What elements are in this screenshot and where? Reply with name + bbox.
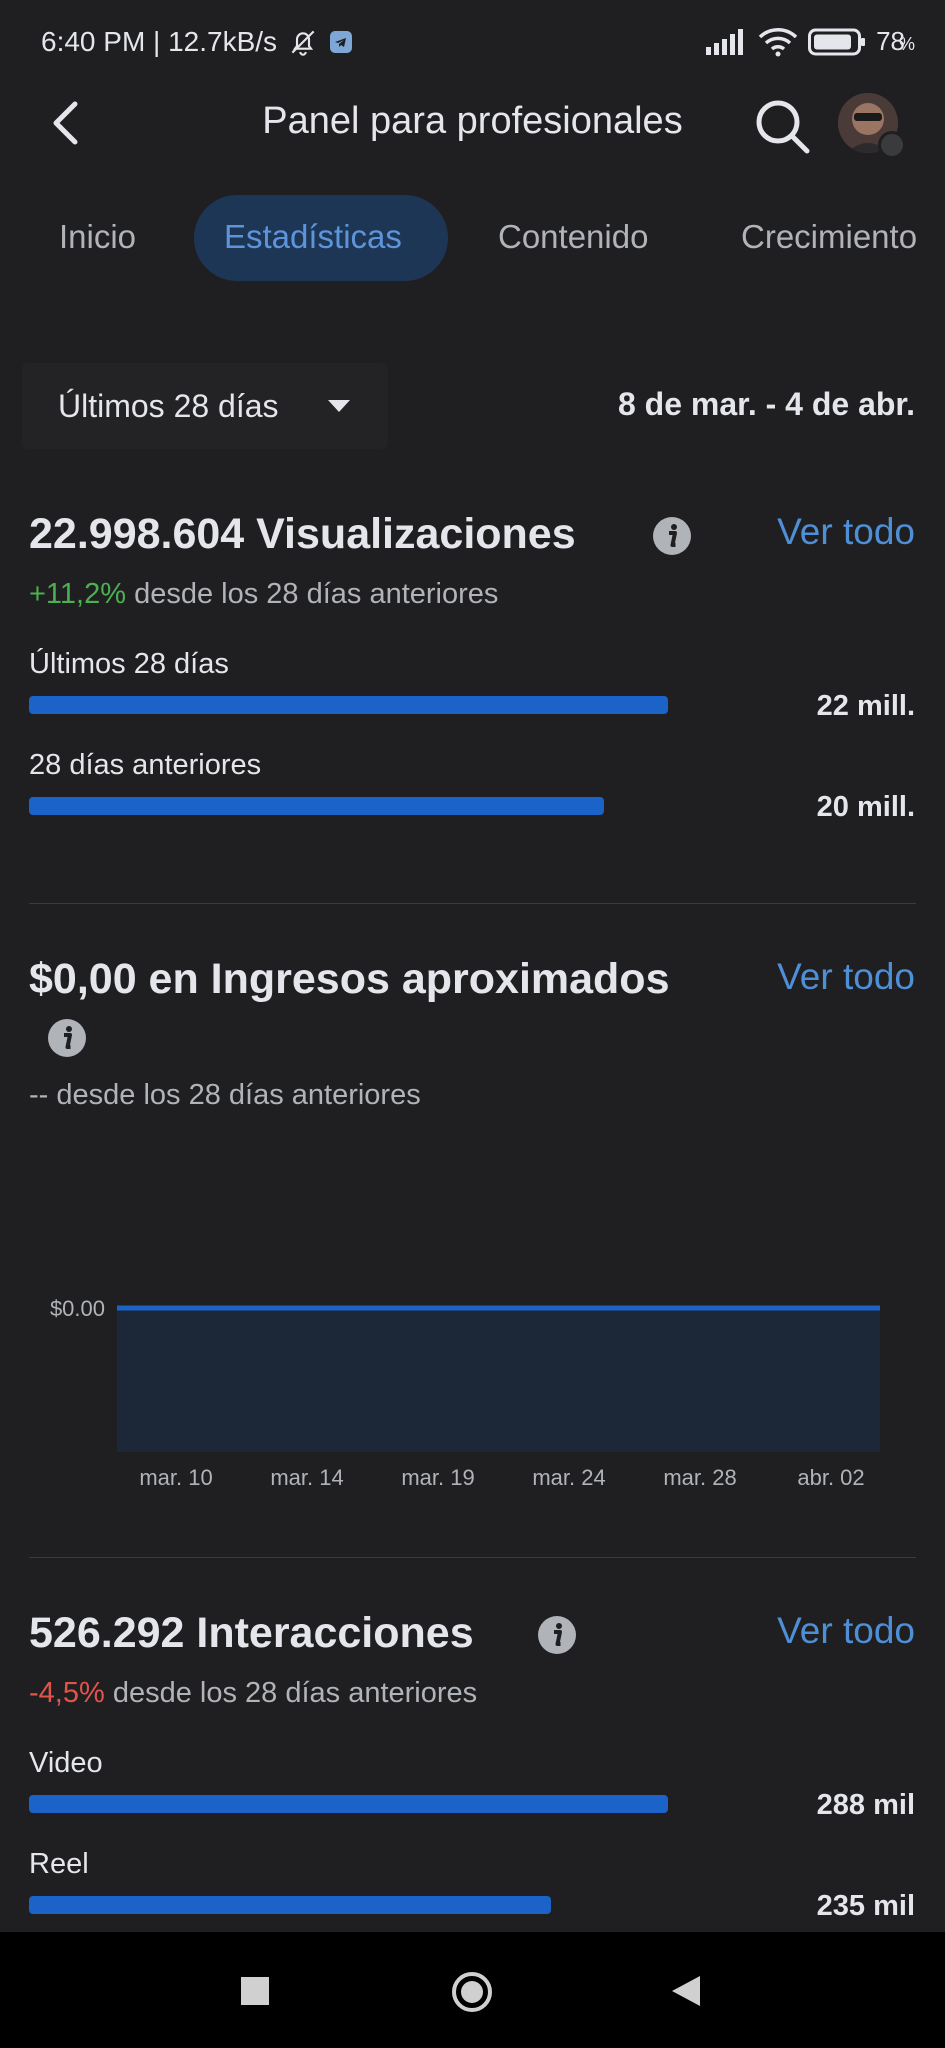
tab-crecimiento[interactable]: Crecimiento xyxy=(741,218,917,256)
chart-x-tick-label: abr. 02 xyxy=(797,1465,864,1490)
views-see-all-link[interactable]: Ver todo xyxy=(777,511,915,553)
earnings-see-all-link[interactable]: Ver todo xyxy=(777,956,915,998)
chart-y-tick-label: $0.00 xyxy=(50,1296,105,1321)
tab-estadisticas[interactable]: Estadísticas xyxy=(224,218,402,256)
triangle-back-nav-icon[interactable] xyxy=(670,1975,702,2007)
views-bar-previous xyxy=(29,797,604,815)
views-row-value: 22 mill. xyxy=(816,690,915,722)
earnings-chart: $0.00 mar. 10 mar. 14 mar. 19 mar. 24 mar. 28… xyxy=(50,1296,880,1490)
interactions-change-text: desde los 28 días anteriores xyxy=(104,1677,478,1709)
search-icon[interactable] xyxy=(752,96,812,156)
interactions-bar-video xyxy=(29,1795,668,1813)
info-icon[interactable] xyxy=(653,517,691,555)
status-bar-right: 78% xyxy=(706,26,915,57)
views-change-text: desde los 28 días anteriores xyxy=(126,578,499,610)
chart-x-tick-label: mar. 19 xyxy=(401,1465,474,1490)
avatar-menu-badge[interactable] xyxy=(878,131,906,159)
views-row-value: 20 mill. xyxy=(816,791,915,823)
signal-icon xyxy=(706,28,744,55)
tab-contenido[interactable]: Contenido xyxy=(498,218,648,256)
wifi-icon xyxy=(758,27,798,56)
chart-x-tick-label: mar. 28 xyxy=(663,1465,736,1490)
period-dropdown-label[interactable]: Últimos 28 días xyxy=(58,388,279,425)
chart-area-fill xyxy=(117,1308,880,1452)
interactions-bar-reel xyxy=(29,1896,551,1914)
section-divider xyxy=(29,903,916,904)
interactions-row-value: 288 mil xyxy=(816,1789,915,1821)
interactions-title: 526.292 Interacciones xyxy=(29,1609,474,1657)
battery-icon xyxy=(808,28,866,55)
chart-x-tick-label: mar. 24 xyxy=(532,1465,605,1490)
views-bar-current xyxy=(29,696,668,714)
info-icon[interactable] xyxy=(538,1616,576,1654)
chart-x-tick-label: mar. 14 xyxy=(270,1465,343,1490)
square-nav-icon[interactable] xyxy=(240,1976,270,2006)
tab-inicio[interactable]: Inicio xyxy=(59,218,136,256)
battery-percent-unit: % xyxy=(898,34,915,54)
interactions-change-line: -4,5% desde los 28 días anteriores xyxy=(29,1677,477,1710)
earnings-change-line: -- desde los 28 días anteriores xyxy=(29,1079,421,1111)
status-bar-left: 6:40 PM | 12.7kB/s xyxy=(41,26,353,58)
interactions-row-value: 235 mil xyxy=(816,1890,915,1922)
section-divider xyxy=(29,1557,916,1558)
info-icon[interactable] xyxy=(48,1019,86,1057)
circle-nav-icon[interactable] xyxy=(450,1970,494,2014)
notifications-off-icon xyxy=(291,30,315,56)
system-navigation-bar xyxy=(0,1932,945,2048)
views-row-label: Últimos 28 días xyxy=(29,648,229,680)
status-time-speed: 6:40 PM | 12.7kB/s xyxy=(41,26,278,57)
interactions-row-label: Reel xyxy=(29,1848,89,1880)
earnings-title: $0,00 en Ingresos aproximados xyxy=(29,955,670,1003)
telegram-icon xyxy=(330,31,353,53)
views-title: 22.998.604 Visualizaciones xyxy=(29,510,576,558)
views-row-label: 28 días anteriores xyxy=(29,749,262,781)
interactions-change-percent: -4,5% xyxy=(29,1677,105,1709)
views-change-line: +11,2% desde los 28 días anteriores xyxy=(29,578,498,611)
interactions-row-label: Video xyxy=(29,1747,103,1779)
chart-x-tick-label: mar. 10 xyxy=(139,1465,212,1490)
date-range: 8 de mar. - 4 de abr. xyxy=(617,386,915,422)
interactions-see-all-link[interactable]: Ver todo xyxy=(777,1610,915,1652)
views-change-percent: +11,2% xyxy=(29,578,127,610)
chevron-down-icon[interactable] xyxy=(328,400,350,412)
